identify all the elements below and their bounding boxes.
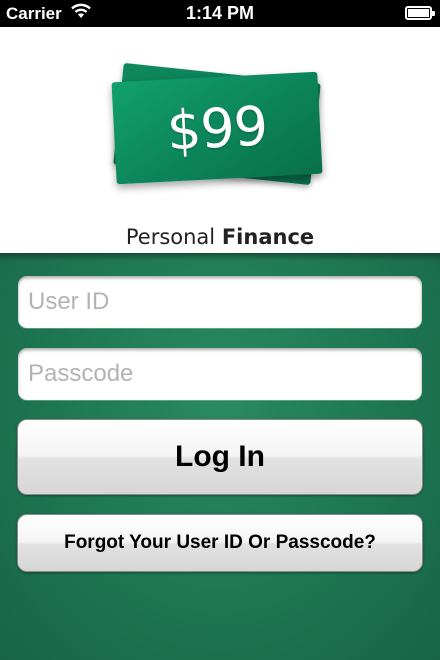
brand-light: Personal <box>125 225 216 249</box>
login-panel: Log In Forgot Your User ID Or Passcode? <box>0 253 440 660</box>
forgot-credentials-button[interactable]: Forgot Your User ID Or Passcode? <box>17 514 423 572</box>
status-bar: Carrier 1:14 PM <box>0 0 440 27</box>
battery-icon <box>405 6 435 20</box>
user-id-input[interactable] <box>18 276 422 328</box>
bill-front-icon: $99 <box>111 71 323 185</box>
passcode-input[interactable] <box>18 348 422 400</box>
login-button-label: Log In <box>175 440 265 473</box>
login-button[interactable]: Log In <box>17 419 423 495</box>
header: $99 Personal Finance <box>0 27 440 253</box>
brand-bold: Finance <box>221 225 315 249</box>
forgot-button-label: Forgot Your User ID Or Passcode? <box>64 532 376 553</box>
status-time: 1:14 PM <box>185 3 255 23</box>
brand-name: Personal Finance <box>100 225 340 249</box>
price-label: $99 <box>165 93 269 163</box>
logo: $99 Personal Finance <box>100 55 340 249</box>
